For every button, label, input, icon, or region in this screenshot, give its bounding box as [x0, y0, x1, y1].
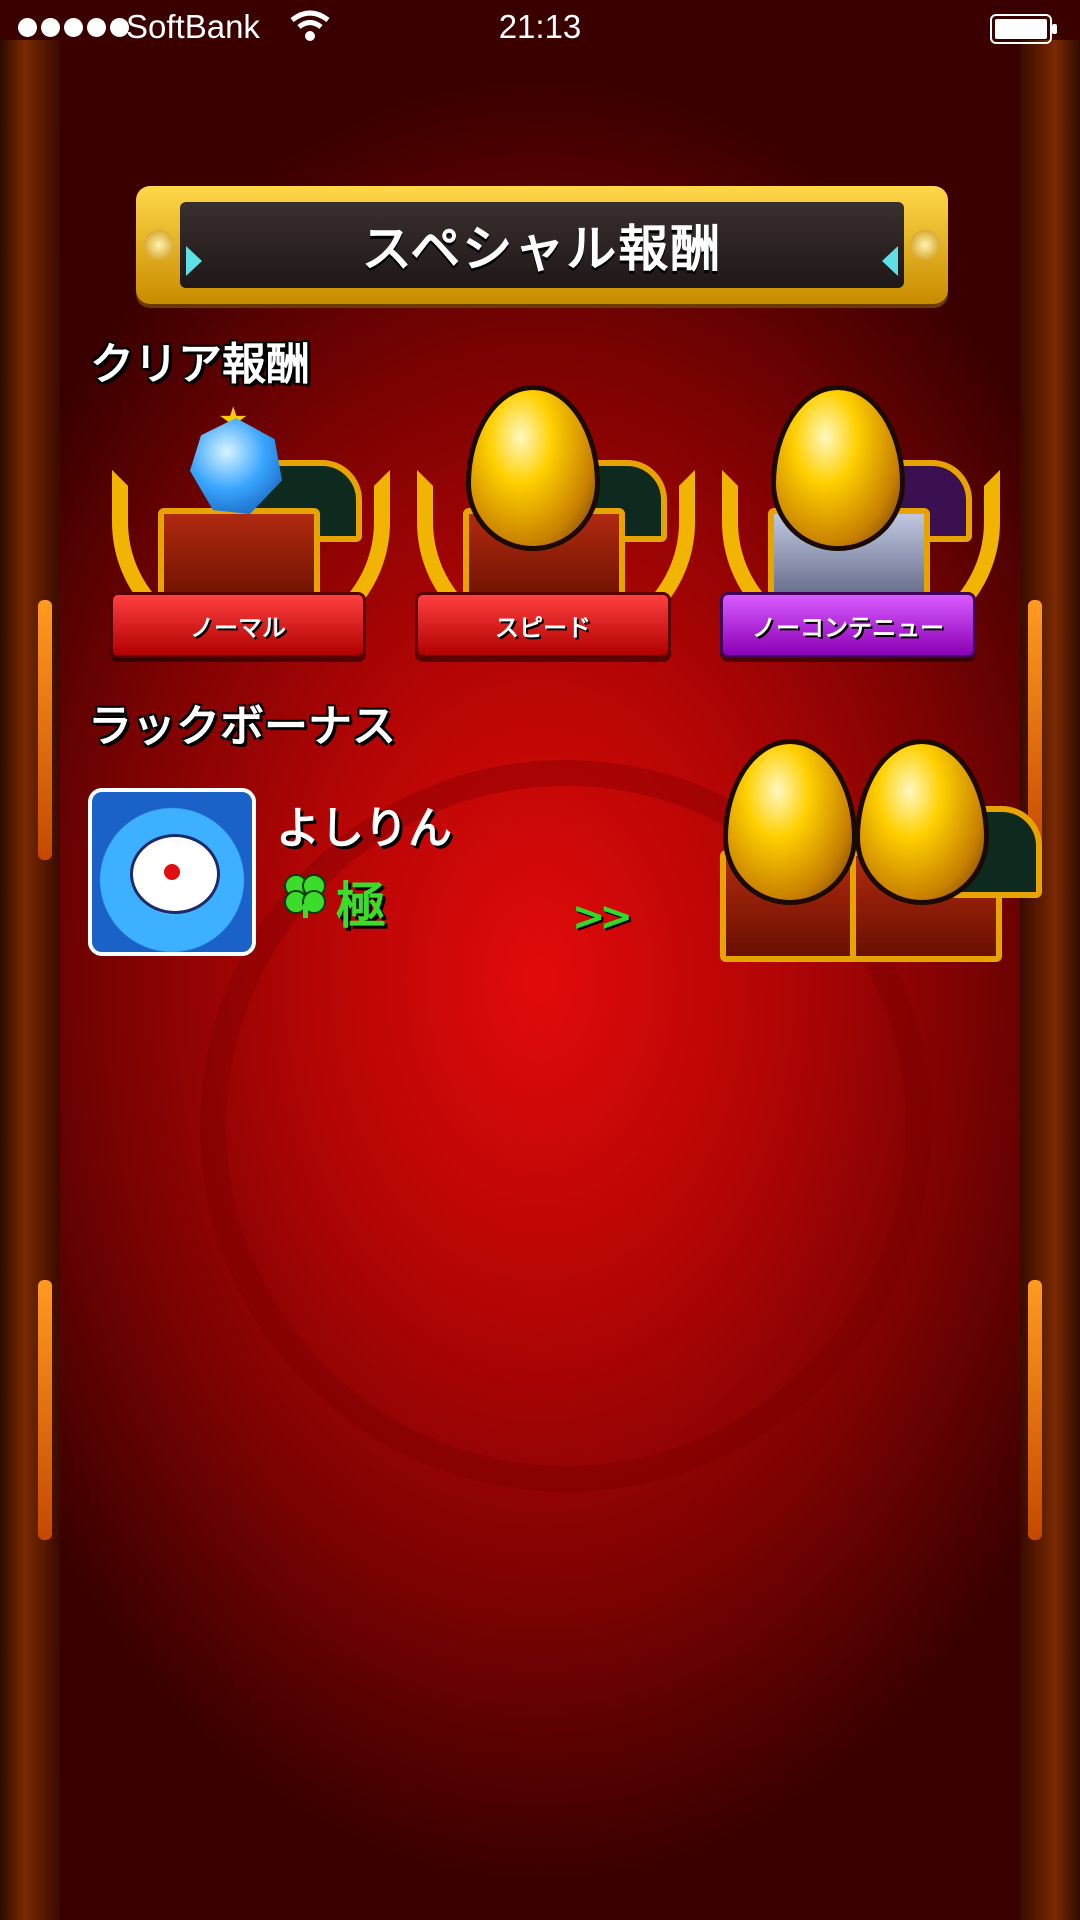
ribbon-label: スピード	[415, 592, 671, 658]
frame-left	[0, 40, 60, 1920]
clock: 21:13	[498, 8, 582, 45]
luck-bonus-heading: ラックボーナス	[88, 701, 396, 752]
title-banner: スペシャル報酬	[136, 186, 948, 304]
player-name: よしりん	[276, 803, 452, 854]
luck-level: 極	[336, 877, 386, 935]
golden-egg-icon	[471, 390, 595, 546]
page-title: スペシャル報酬	[361, 220, 723, 278]
clover-icon	[284, 874, 326, 918]
golden-egg-icon	[860, 744, 984, 900]
frame-glow	[38, 600, 52, 860]
character-nose	[164, 864, 180, 880]
bonus-reward-chests[interactable]	[710, 740, 1050, 970]
frame-glow	[1028, 1280, 1042, 1540]
ribbon-label: ノーコンテニュー	[720, 592, 976, 658]
status-bar: SoftBank 21:13	[0, 0, 1080, 60]
game-screen: SoftBank 21:13 スペシャル報酬 クリア報酬 ★ ノーマル	[0, 0, 1080, 1920]
frame-right	[1020, 40, 1080, 1920]
reward-no-continue[interactable]: ノーコンテニュー	[700, 390, 1000, 670]
reward-speed[interactable]: スピード	[395, 390, 695, 670]
title-plate: スペシャル報酬	[180, 202, 904, 288]
clear-reward-heading: クリア報酬	[90, 339, 310, 390]
bolt-icon	[144, 230, 174, 260]
reward-normal[interactable]: ★ ノーマル	[90, 400, 390, 670]
battery-icon	[990, 14, 1057, 44]
double-arrow-icon: >>	[572, 894, 633, 940]
avatar[interactable]	[88, 788, 256, 956]
bolt-icon	[910, 230, 940, 260]
frame-glow	[38, 1280, 52, 1540]
arrow-right-icon	[186, 246, 202, 276]
ribbon-label: ノーマル	[110, 592, 366, 658]
golden-egg-icon	[776, 390, 900, 546]
golden-egg-icon	[728, 744, 852, 900]
arrow-left-icon	[882, 246, 898, 276]
